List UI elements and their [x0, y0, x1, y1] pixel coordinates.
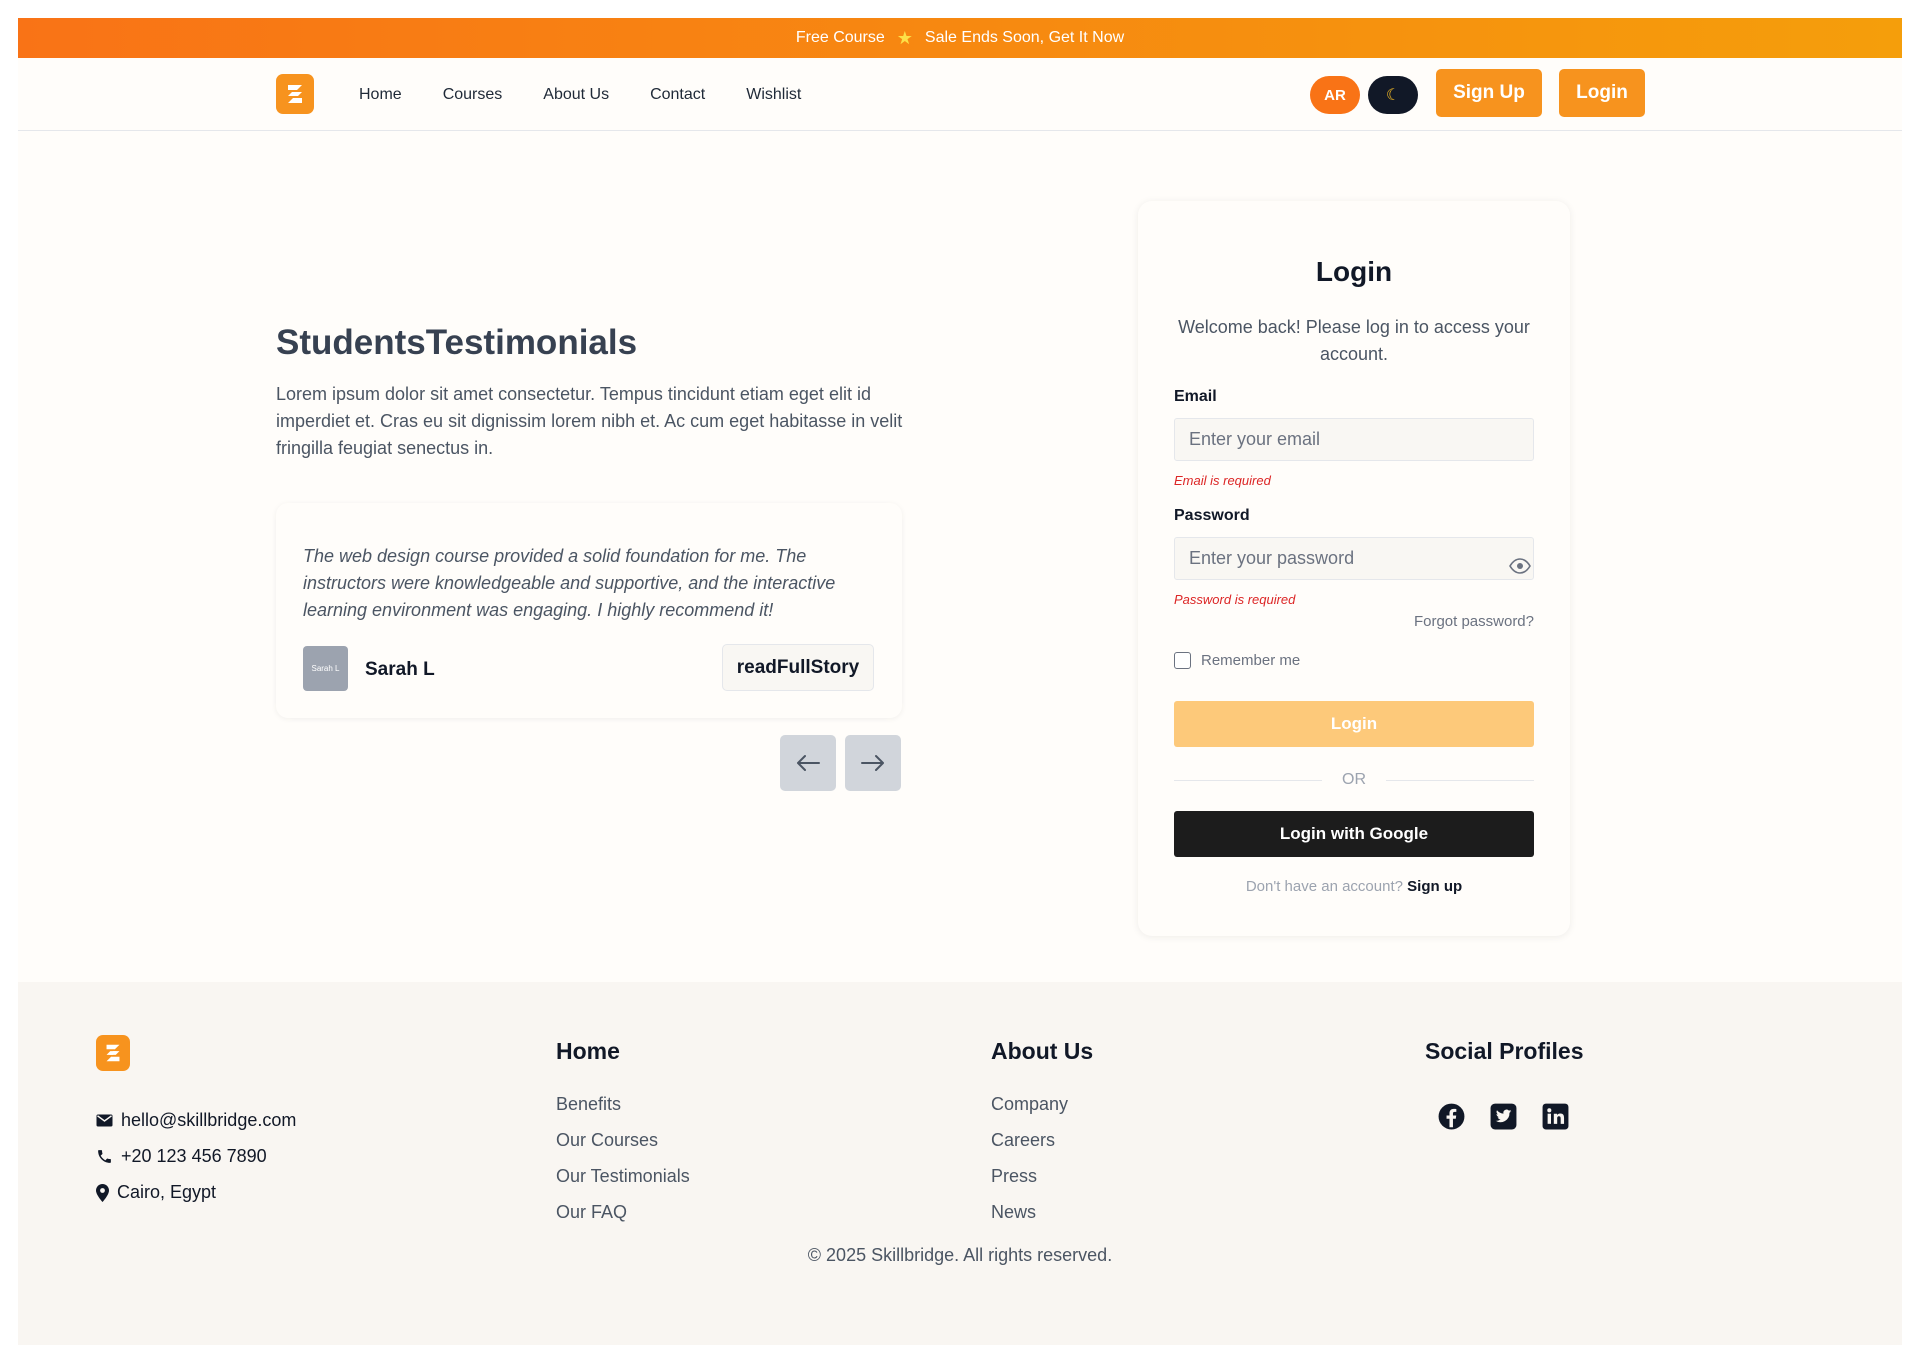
footer-link-our-faq[interactable]: Our FAQ [556, 1194, 690, 1230]
password-field[interactable] [1174, 537, 1534, 580]
next-button[interactable] [845, 735, 901, 791]
footer-link-benefits[interactable]: Benefits [556, 1086, 690, 1122]
language-toggle-button[interactable]: AR [1310, 76, 1360, 114]
copyright-text: © 2025 Skillbridge. All rights reserved. [807, 1245, 1113, 1265]
login-form: Login Welcome back! Please log in to acc… [1138, 201, 1570, 936]
email-field[interactable] [1174, 418, 1534, 461]
nav-wishlist[interactable]: Wishlist [746, 86, 801, 104]
page: Free Course ★ Sale Ends Soon, Get It Now… [18, 18, 1902, 1345]
banner-right-text: Sale Ends Soon, Get It Now [924, 29, 1125, 46]
phone-text: +20 123 456 7890 [121, 1146, 267, 1166]
remember-me[interactable]: Remember me [1174, 652, 1300, 669]
facebook-icon[interactable] [1438, 1103, 1465, 1130]
avatar: Sarah L [303, 646, 348, 691]
map-pin-icon [96, 1183, 109, 1202]
password-label: Password [1174, 507, 1250, 524]
remember-checkbox[interactable] [1174, 652, 1191, 669]
footer-social-column: Social Profiles [1425, 1038, 1584, 1086]
footer-link-our-courses[interactable]: Our Courses [556, 1122, 690, 1158]
logo-icon[interactable] [276, 74, 314, 114]
remember-label: Remember me [1201, 652, 1301, 669]
password-error: Password is required [1174, 592, 1296, 607]
read-full-story-button[interactable]: readFullStory [722, 644, 874, 691]
forgot-password-link[interactable]: Forgot password? [1414, 613, 1534, 630]
moon-icon: ☾ [1385, 87, 1401, 104]
navbar: Home Courses About Us Contact Wishlist A… [18, 58, 1902, 131]
arrow-right-icon [861, 755, 884, 771]
eye-icon[interactable] [1509, 558, 1531, 574]
banner-left-text: Free Course [795, 29, 885, 46]
signup-button[interactable]: Sign Up [1436, 69, 1542, 117]
email-error: Email is required [1174, 473, 1271, 488]
testimonial-card: The web design course provided a solid f… [276, 503, 902, 718]
contact-location: Cairo, Egypt [96, 1182, 216, 1203]
nav-contact[interactable]: Contact [650, 86, 705, 104]
email-label: Email [1174, 388, 1217, 405]
star-icon: ★ [896, 28, 913, 48]
nav-courses[interactable]: Courses [443, 86, 503, 104]
divider-line [1174, 779, 1322, 781]
testimonials-title: StudentsTestimonials [276, 323, 638, 362]
testimonial-quote: The web design course provided a solid f… [303, 546, 836, 620]
google-login-button[interactable]: Login with Google [1174, 811, 1534, 857]
login-title: Login [1315, 256, 1393, 287]
social-icons [1438, 1103, 1569, 1130]
theme-toggle-button[interactable]: ☾ [1368, 76, 1418, 114]
contact-email[interactable]: hello@skillbridge.com [96, 1110, 296, 1131]
footer-link-news[interactable]: News [991, 1194, 1093, 1230]
footer-link-company[interactable]: Company [991, 1086, 1093, 1122]
logo-icon[interactable] [96, 1035, 130, 1071]
footer-about-column: About Us Company Careers Press News [991, 1038, 1093, 1230]
phone-icon [98, 1150, 111, 1163]
promo-banner[interactable]: Free Course ★ Sale Ends Soon, Get It Now [18, 18, 1902, 58]
twitter-icon[interactable] [1490, 1103, 1517, 1130]
testimonial-author: Sarah L [365, 659, 435, 680]
linkedin-icon[interactable] [1542, 1103, 1569, 1130]
no-account-text: Don't have an account? [1245, 878, 1403, 895]
previous-button[interactable] [780, 735, 836, 791]
footer-link-press[interactable]: Press [991, 1158, 1093, 1194]
footer-about-title: About Us [991, 1038, 1094, 1064]
login-nav-button[interactable]: Login [1559, 69, 1645, 117]
login-submit-button[interactable]: Login [1174, 701, 1534, 747]
or-text: OR [1342, 771, 1366, 788]
footer: hello@skillbridge.com +20 123 456 7890 C… [18, 982, 1902, 1345]
testimonials-description: Lorem ipsum dolor sit amet consectetur. … [276, 384, 903, 458]
email-text: hello@skillbridge.com [121, 1110, 297, 1130]
footer-social-title: Social Profiles [1425, 1038, 1584, 1064]
arrow-left-icon [797, 755, 820, 771]
footer-home-title: Home [556, 1038, 620, 1064]
footer-link-careers[interactable]: Careers [991, 1122, 1093, 1158]
nav-home[interactable]: Home [359, 86, 402, 104]
or-divider: OR [1174, 771, 1534, 789]
envelope-icon [96, 1114, 113, 1127]
nav-about-us[interactable]: About Us [543, 86, 609, 104]
location-text: Cairo, Egypt [117, 1182, 217, 1202]
divider-line [1386, 779, 1534, 781]
contact-phone[interactable]: +20 123 456 7890 [96, 1146, 267, 1167]
signup-prompt: Don't have an account? Sign up [1138, 878, 1570, 895]
signup-link[interactable]: Sign up [1407, 878, 1462, 895]
login-subtitle: Welcome back! Please log in to access yo… [1178, 317, 1530, 364]
nav-links: Home Courses About Us Contact Wishlist [359, 58, 801, 131]
footer-link-our-testimonials[interactable]: Our Testimonials [556, 1158, 690, 1194]
footer-home-column: Home Benefits Our Courses Our Testimonia… [556, 1038, 690, 1230]
